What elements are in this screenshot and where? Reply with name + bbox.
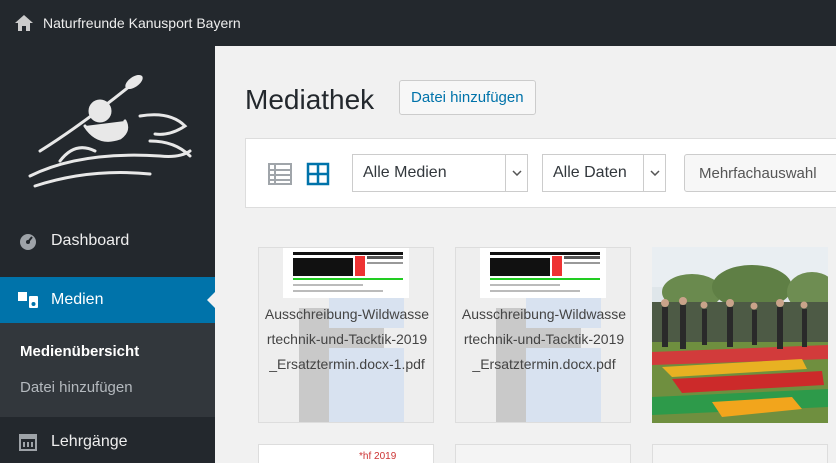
media-item-photo[interactable]	[652, 247, 828, 423]
media-type-filter[interactable]: Alle Medien	[352, 154, 528, 192]
admin-sidebar: Dashboard Medien Medienübersicht Datei h…	[0, 46, 215, 463]
dashboard-icon	[17, 230, 39, 252]
media-filename: Ausschreibung-Wildwassertechnik-und-Tack…	[264, 306, 430, 372]
media-item[interactable]: *hf 2019	[258, 444, 434, 463]
sidebar-item-label: Lehrgänge	[51, 433, 128, 450]
admin-bar: Naturfreunde Kanusport Bayern	[0, 0, 836, 46]
home-icon[interactable]	[14, 13, 34, 33]
media-item[interactable]: Ausschreibung-Wildwassertechnik-und-Tack…	[455, 247, 631, 423]
page-title: Mediathek	[245, 84, 375, 115]
submenu-item-overview[interactable]: Medienübersicht	[20, 343, 139, 360]
list-view-icon[interactable]	[268, 162, 292, 186]
sidebar-item-dashboard[interactable]: Dashboard	[0, 218, 215, 264]
media-type-filter-value: Alle Medien	[363, 164, 447, 181]
bulk-select-button[interactable]: Mehrfachauswahl	[684, 154, 836, 192]
grid-view-icon[interactable]	[306, 162, 330, 186]
media-filename: Ausschreibung-Wildwassertechnik-und-Tack…	[461, 306, 627, 372]
add-file-button[interactable]: Datei hinzufügen	[399, 80, 536, 115]
chevron-down-icon	[643, 155, 665, 191]
calendar-icon	[17, 431, 39, 453]
site-name-link[interactable]: Naturfreunde Kanusport Bayern	[43, 15, 241, 31]
sidebar-item-medien[interactable]: Medien	[0, 277, 215, 323]
media-icon	[17, 289, 39, 311]
media-item[interactable]	[652, 444, 828, 463]
media-item[interactable]	[455, 444, 631, 463]
date-filter-value: Alle Daten	[553, 164, 627, 181]
media-toolbar: Alle Medien Alle Daten Mehrfachauswahl	[245, 138, 836, 208]
sidebar-item-label: Dashboard	[51, 232, 130, 249]
document-thumbnail	[480, 248, 606, 298]
sidebar-item-lehrgaenge[interactable]: Lehrgänge	[0, 419, 215, 463]
media-item[interactable]: Ausschreibung-Wildwassertechnik-und-Tack…	[258, 247, 434, 423]
kayak-photo	[652, 247, 828, 423]
chevron-down-icon	[505, 155, 527, 191]
media-submenu: Medienübersicht Datei hinzufügen	[0, 323, 215, 417]
date-filter[interactable]: Alle Daten	[542, 154, 666, 192]
document-thumbnail-label: *hf 2019	[359, 451, 397, 462]
kayak-logo[interactable]	[20, 56, 200, 206]
sidebar-item-label: Medien	[51, 291, 104, 308]
submenu-item-add-file[interactable]: Datei hinzufügen	[20, 379, 133, 396]
document-thumbnail	[283, 248, 409, 298]
